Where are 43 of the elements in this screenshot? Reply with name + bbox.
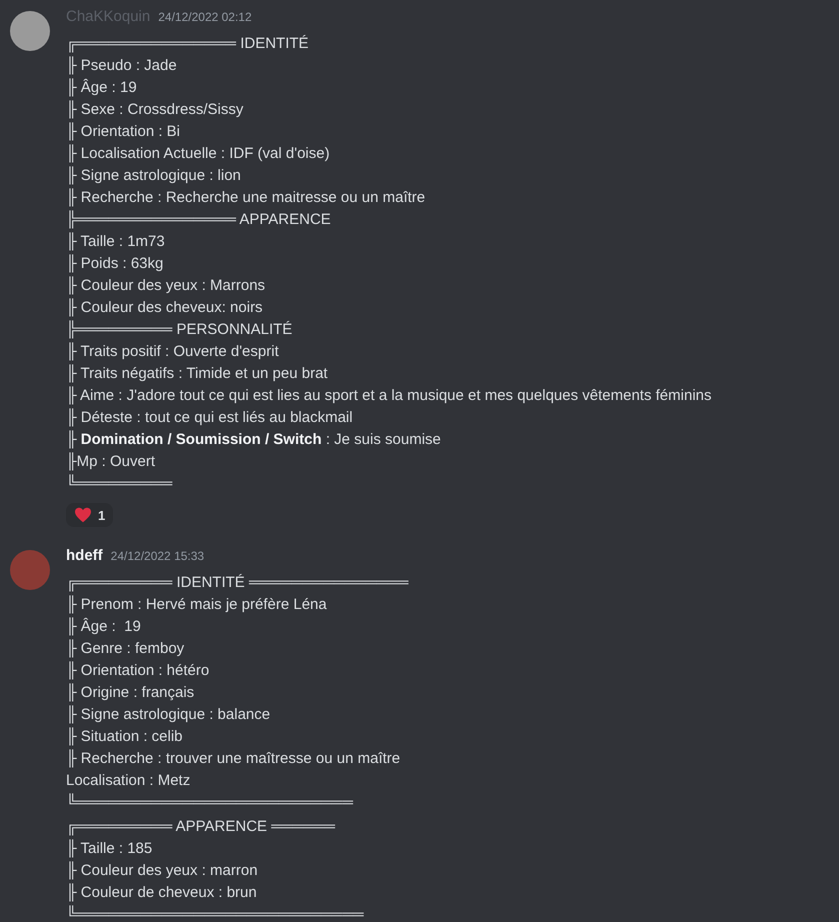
message-line: ╟ Déteste : tout ce qui est liés au blackmail xyxy=(66,407,354,428)
heart-icon xyxy=(74,507,92,523)
message-line: ╟ Sexe : Crossdress/Sissy xyxy=(66,99,244,120)
heart-reaction[interactable]: 1 xyxy=(66,503,114,527)
message-line: ╟ Domination / Soumission / Switch : Je suis soumise xyxy=(66,429,442,450)
message-line: ╟ Signe astrologique : lion xyxy=(66,165,242,186)
message-line: ╟ Recherche : Recherche une maitresse ou un maître xyxy=(66,187,426,208)
message-line: ╠═══════════════ APPARENCE xyxy=(66,209,332,230)
message-line: ╠═════════ PERSONNALITÉ xyxy=(66,319,294,340)
message-line: ╟ Prenom : Hervé mais je préfère Léna xyxy=(66,594,328,616)
message-line: ╟ Poids : 63kg xyxy=(66,253,164,274)
message-line: ╚══════════════════════════ xyxy=(66,792,354,813)
message-line: ╟ Situation : celib xyxy=(66,726,184,748)
message-line: ╟ Origine : français xyxy=(66,682,196,704)
avatar[interactable] xyxy=(10,11,50,51)
message-line: ╟ Couleur des yeux : Marrons xyxy=(66,275,266,296)
message-line: ╟ Couleur des yeux : marron xyxy=(66,860,259,882)
message-line: ╟ Signe astrologique : balance xyxy=(66,704,272,726)
timestamp: 24/12/2022 15:33 xyxy=(110,549,204,563)
message-line: ╟ Âge : 19 xyxy=(66,77,138,98)
message-line: ╟ Traits positif : Ouverte d'esprit xyxy=(66,341,280,362)
message-line: ╔═════════ APPARENCE ══════ xyxy=(66,817,336,838)
message-line: ╟ Couleur des cheveux: noirs xyxy=(66,297,264,318)
message-line: ╟ Genre : femboy xyxy=(66,638,186,660)
message-line: ╔═════════ IDENTITÉ ═══════════════ xyxy=(66,573,408,594)
message-line: ╟ Pseudo : Jade xyxy=(66,55,178,76)
message-line: ╟ Recherche : trouver une maîtresse ou un maître xyxy=(66,748,402,770)
timestamp: 24/12/2022 02:12 xyxy=(158,10,252,24)
message-line: ╔═══════════════ IDENTITÉ xyxy=(66,34,310,54)
message-line: ╚═══════════════════════════ xyxy=(66,904,365,922)
message-line: ╟ Couleur de cheveux : brun xyxy=(66,882,258,904)
message-line: ╚═════════ xyxy=(66,473,174,494)
message-line: ╟Mp : Ouvert xyxy=(66,451,156,472)
message-line: ╟ Traits négatifs : Timide et un peu brat xyxy=(66,363,329,384)
message-line: ╟ Âge : 19 xyxy=(66,616,142,638)
message-line: ╟ Taille : 1m73 xyxy=(66,231,166,252)
message-line: ╟ Aime : J'adore tout ce qui est lies au sport et a la musique et mes quelques vêtements féminins xyxy=(66,385,712,406)
message-line: ╟ Orientation : hétéro xyxy=(66,660,210,682)
message-line: ╟ Orientation : Bi xyxy=(66,121,182,142)
message-line: Localisation : Metz xyxy=(66,771,192,791)
message-line: ╟ Taille : 185 xyxy=(66,838,154,860)
message-line: ╟ Localisation Actuelle : IDF (val d'oise) xyxy=(66,143,331,164)
username[interactable]: hdeff xyxy=(66,547,103,564)
